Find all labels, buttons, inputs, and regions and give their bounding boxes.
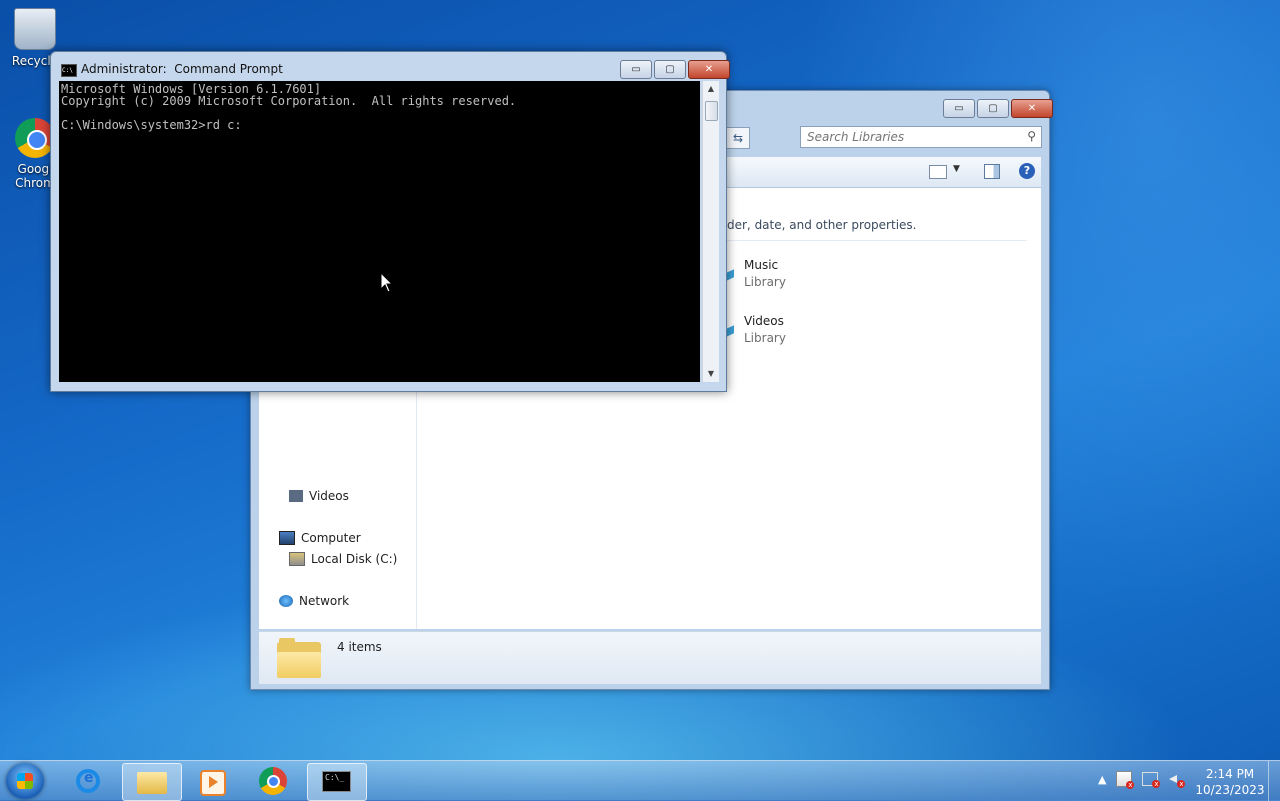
vertical-scrollbar[interactable]: ▲ ▼ (702, 81, 719, 382)
action-center-flag-icon[interactable] (1116, 771, 1135, 789)
maximize-button[interactable]: ▢ (654, 60, 686, 79)
close-button[interactable]: ✕ (1011, 99, 1053, 118)
media-player-icon (200, 770, 226, 796)
taskbar-windows-explorer[interactable] (122, 763, 182, 801)
minimize-button[interactable]: ▭ (620, 60, 652, 79)
cmd-window-controls: ▭ ▢ ✕ (620, 60, 730, 79)
folder-icon (137, 772, 167, 794)
taskbar-chrome[interactable] (245, 763, 303, 799)
nav-item-label: Network (299, 594, 350, 608)
library-item-music[interactable]: Music Library (722, 258, 786, 289)
command-prompt-window: C:\ Administrator: Command Prompt ▭ ▢ ✕ … (50, 51, 730, 392)
view-options-dropdown-icon[interactable]: ▼ (953, 164, 960, 174)
scroll-down-arrow-icon[interactable]: ▼ (703, 366, 719, 382)
window-title: Administrator: Command Prompt (81, 62, 283, 76)
show-hidden-icons-arrow-icon[interactable]: ▲ (1098, 773, 1106, 786)
system-tray: ▲ (1098, 771, 1186, 789)
console-output[interactable]: Microsoft Windows [Version 6.1.7601] Cop… (59, 81, 700, 382)
search-input[interactable] (801, 127, 1019, 147)
computer-icon (279, 531, 295, 545)
change-view-icon[interactable] (929, 165, 947, 179)
search-box[interactable]: ⚲ (800, 126, 1042, 148)
refresh-button[interactable]: ⇆ (726, 127, 750, 149)
clock-time: 2:14 PM (1205, 767, 1255, 781)
taskbar-clock[interactable]: 2:14 PM 10/23/2023 (1190, 766, 1270, 798)
library-name: Videos (744, 314, 784, 328)
video-library-icon (289, 490, 303, 502)
nav-item-computer[interactable]: Computer (279, 531, 361, 545)
library-item-videos[interactable]: Videos Library (722, 314, 786, 345)
scroll-up-arrow-icon[interactable]: ▲ (703, 81, 719, 97)
nav-item-label: Videos (309, 489, 349, 503)
chrome-icon (259, 767, 287, 795)
show-desktop-button[interactable] (1268, 761, 1280, 801)
maximize-button[interactable]: ▢ (977, 99, 1009, 118)
library-type: Library (744, 275, 786, 289)
volume-muted-icon[interactable] (1168, 773, 1186, 788)
libraries-folder-icon (277, 638, 321, 678)
libraries-description: der, date, and other properties. (727, 218, 917, 232)
console-text: Microsoft Windows [Version 6.1.7601] Cop… (61, 82, 517, 132)
clock-date: 10/23/2023 (1195, 783, 1265, 797)
details-pane: 4 items (259, 631, 1041, 684)
taskbar: C:\_ ▲ 2:14 PM 10/23/2023 (0, 760, 1280, 801)
command-prompt-icon: C:\_ (322, 771, 351, 792)
network-icon (279, 595, 293, 607)
minimize-button[interactable]: ▭ (943, 99, 975, 118)
help-icon[interactable]: ? (1019, 163, 1035, 179)
divider (727, 240, 1027, 241)
preview-pane-icon[interactable] (984, 164, 1000, 179)
explorer-window-controls: ▭ ▢ ✕ (943, 99, 1053, 118)
taskbar-command-prompt[interactable]: C:\_ (307, 763, 367, 801)
explorer-address-row: ▼ ⇆ ⚲ (704, 126, 1043, 149)
search-icon[interactable]: ⚲ (1027, 129, 1036, 143)
recycle-bin-icon (14, 8, 56, 50)
chrome-icon (15, 118, 55, 158)
nav-item-label: Computer (301, 531, 361, 545)
cmd-titlebar[interactable]: C:\ Administrator: Command Prompt ▭ ▢ ✕ (51, 52, 730, 82)
refresh-icon: ⇆ (732, 131, 744, 145)
taskbar-internet-explorer[interactable] (62, 763, 120, 799)
start-button[interactable] (6, 763, 44, 799)
library-type: Library (744, 331, 786, 345)
nav-item-local-disk[interactable]: Local Disk (C:) (289, 552, 397, 566)
internet-explorer-icon (76, 769, 100, 793)
mouse-cursor-icon (380, 271, 394, 293)
nav-item-videos[interactable]: Videos (289, 489, 349, 503)
item-count: 4 items (337, 640, 382, 654)
nav-item-label: Local Disk (C:) (311, 552, 398, 566)
network-status-icon[interactable] (1142, 772, 1161, 788)
close-button[interactable]: ✕ (688, 60, 730, 79)
scroll-thumb[interactable] (705, 101, 718, 121)
library-name: Music (744, 258, 779, 272)
cmd-app-icon[interactable]: C:\ (61, 64, 77, 77)
taskbar-media-player[interactable] (182, 763, 240, 799)
drive-icon (289, 552, 305, 566)
nav-item-network[interactable]: Network (279, 594, 349, 608)
